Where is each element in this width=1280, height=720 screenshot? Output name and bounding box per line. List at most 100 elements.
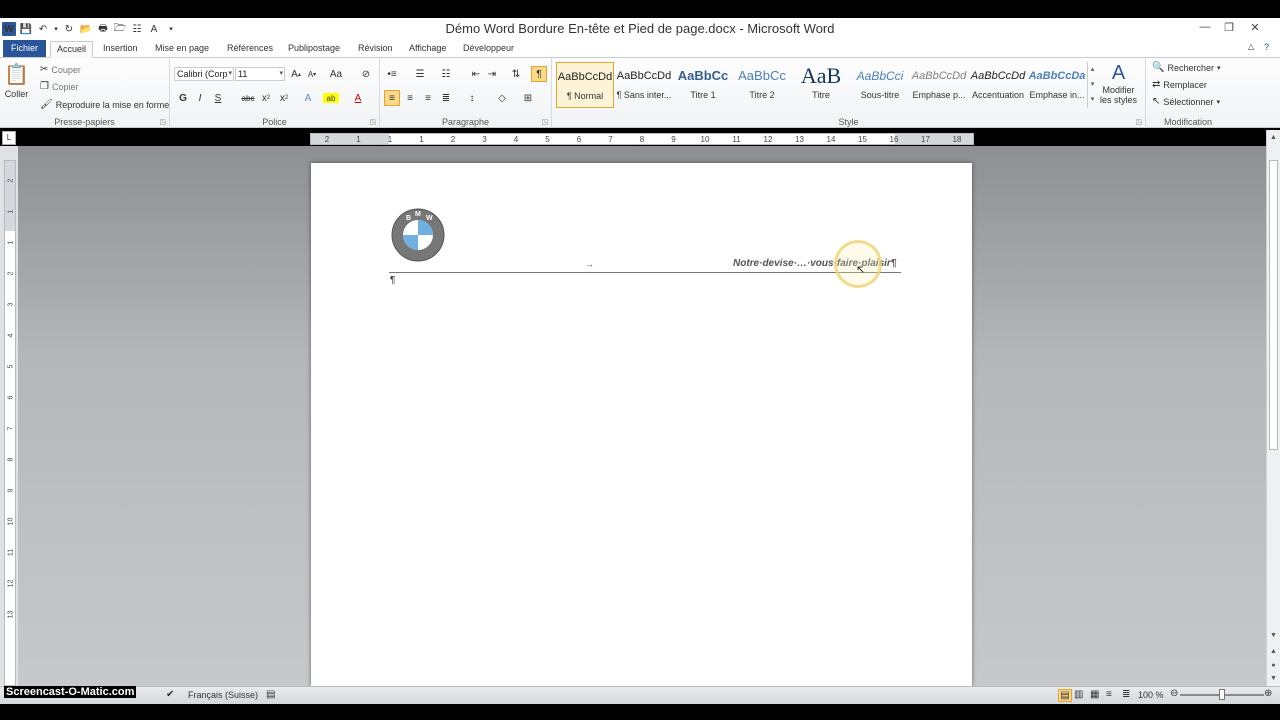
draft-icon[interactable]: ≣ <box>1122 689 1130 700</box>
strikethrough-button[interactable]: abc <box>240 90 256 106</box>
previous-page-icon[interactable]: ▲ <box>1267 646 1280 658</box>
header-border-line <box>389 272 901 273</box>
tab-insertion[interactable]: Insertion <box>97 41 144 58</box>
mouse-pointer-icon: ↖ <box>856 264 866 276</box>
web-layout-icon[interactable]: ▦ <box>1090 689 1099 700</box>
style-subtitle[interactable]: AaBbCci Sous-titre <box>851 62 909 108</box>
vertical-scrollbar[interactable]: ▲ ▼ ▲ ● ▼ <box>1266 130 1280 686</box>
style-heading-2[interactable]: AaBbCc Titre 2 <box>733 62 791 108</box>
change-case-icon[interactable]: Aa <box>328 66 344 82</box>
align-left-icon[interactable]: ≡ <box>384 90 400 106</box>
next-page-icon[interactable]: ▼ <box>1267 673 1280 685</box>
decrease-indent-icon[interactable]: ⇤ <box>468 66 484 82</box>
zoom-slider-knob[interactable] <box>1219 689 1225 700</box>
text-effects-icon[interactable]: A <box>300 90 316 106</box>
tab-fichier[interactable]: Fichier <box>3 40 47 57</box>
clear-format-icon[interactable]: ⊘ <box>358 66 374 82</box>
multilevel-list-icon[interactable]: ☷ <box>438 66 454 82</box>
zoom-out-icon[interactable]: ⊖ <box>1170 688 1178 699</box>
scroll-up-icon[interactable]: ▲ <box>1267 132 1280 144</box>
style-normal[interactable]: AaBbCcDd ¶ Normal <box>556 62 614 108</box>
clipboard-group: 📋 Coller ✂ Couper ❐ Copier 🖌 Reproduire … <box>0 58 170 128</box>
close-button[interactable]: ✕ <box>1242 18 1268 36</box>
justify-icon[interactable]: ≣ <box>438 90 454 106</box>
ribbon: 📋 Coller ✂ Couper ❐ Copier 🖌 Reproduire … <box>0 58 1280 128</box>
style-title[interactable]: AaB Titre <box>792 62 850 108</box>
ruler-tick-label: 2 <box>450 135 456 144</box>
print-layout-icon[interactable]: ▤ <box>1058 689 1072 702</box>
dialog-launcher-icon[interactable]: ◳ <box>159 118 166 126</box>
zoom-in-icon[interactable]: ⊕ <box>1264 688 1272 699</box>
browse-object-icon[interactable]: ● <box>1267 660 1280 672</box>
zoom-level[interactable]: 100 % <box>1138 690 1164 700</box>
cut-button[interactable]: ✂ Couper <box>40 64 81 75</box>
copy-button[interactable]: ❐ Copier <box>40 81 78 92</box>
vertical-ruler[interactable]: 2 1 1 2 3 4 5 6 7 8 9 10 11 12 13 <box>4 160 16 686</box>
replace-button[interactable]: ⇄ Remplacer <box>1152 79 1207 90</box>
dialog-launcher-icon[interactable]: ◳ <box>369 118 376 126</box>
dialog-launcher-icon[interactable]: ◳ <box>541 118 548 126</box>
subscript-icon[interactable]: x2 <box>258 90 274 106</box>
restore-button[interactable]: ❐ <box>1216 18 1242 36</box>
tab-accueil[interactable]: Accueil <box>50 41 94 58</box>
ruler-tick-label: 2 <box>7 271 15 276</box>
full-screen-reading-icon[interactable]: ▥ <box>1074 689 1083 700</box>
styles-scroll[interactable]: ▴ ▾ ▾ <box>1087 62 1097 108</box>
borders-icon[interactable]: ⊞ <box>520 90 536 106</box>
paste-button[interactable]: 📋 Coller <box>4 62 29 99</box>
align-center-icon[interactable]: ≡ <box>402 90 418 106</box>
numbering-icon[interactable]: ☰ <box>412 66 428 82</box>
style-intense-emphasis[interactable]: AaBbCcDa Emphase in... <box>1028 62 1086 108</box>
bold-button[interactable]: G <box>175 90 191 106</box>
minimize-ribbon-icon[interactable]: △ <box>1248 42 1254 51</box>
highlight-icon[interactable]: ab <box>323 93 339 103</box>
style-sample: AaBbCc <box>738 68 786 83</box>
style-subtle-emphasis[interactable]: AaBbCcDd Emphase p... <box>910 62 968 108</box>
select-button[interactable]: ↖ Sélectionner ▾ <box>1152 96 1220 107</box>
tab-publipostage[interactable]: Publipostage <box>282 41 346 58</box>
find-button[interactable]: 🔍 Rechercher ▾ <box>1152 62 1221 73</box>
underline-button[interactable]: S <box>210 90 226 106</box>
empty-paragraph-mark[interactable]: ¶ <box>390 275 395 286</box>
shrink-font-icon[interactable]: A ▾ <box>304 66 320 82</box>
horizontal-ruler[interactable]: 2 1 1 1 2 3 4 5 6 7 8 9 10 11 12 13 14 15 16 17 18 <box>310 133 974 145</box>
italic-button[interactable]: I <box>192 90 208 106</box>
document-page[interactable]: B M W → Notre·devise·…·vous·faire·plaisi… <box>311 163 972 686</box>
ruler-tick-label: 13 <box>795 135 804 144</box>
style-sample: AaBbCcDd <box>970 70 1026 82</box>
font-size-combo[interactable]: 11 ▾ <box>235 67 285 81</box>
superscript-icon[interactable]: x2 <box>276 90 292 106</box>
minimize-button[interactable]: — <box>1192 18 1218 36</box>
copy-icon: ❐ <box>40 81 49 92</box>
sort-icon[interactable]: ⇅ <box>508 66 524 82</box>
macro-record-icon[interactable]: ▤ <box>266 689 275 700</box>
line-spacing-icon[interactable]: ↕ <box>464 90 480 106</box>
increase-indent-icon[interactable]: ⇥ <box>484 66 500 82</box>
bullets-icon[interactable]: •≡ <box>384 66 400 82</box>
align-right-icon[interactable]: ≡ <box>420 90 436 106</box>
outline-icon[interactable]: ≡ <box>1106 689 1112 700</box>
font-name-combo[interactable]: Calibri (Corp ▾ <box>174 67 234 81</box>
style-emphasis[interactable]: AaBbCcDd Accentuation <box>969 62 1027 108</box>
format-painter-button[interactable]: 🖌 Reproduire la mise en forme <box>40 99 169 110</box>
scroll-down-icon[interactable]: ▼ <box>1267 630 1280 642</box>
styles-group-label: Style <box>838 117 859 127</box>
scrollbar-thumb[interactable] <box>1269 160 1278 450</box>
tab-references[interactable]: Références <box>221 41 279 58</box>
language-indicator[interactable]: Français (Suisse) <box>188 690 258 700</box>
font-color-icon[interactable]: A <box>350 90 366 106</box>
style-heading-1[interactable]: AaBbCc Titre 1 <box>674 62 732 108</box>
tab-revision[interactable]: Révision <box>352 41 399 58</box>
help-icon[interactable]: ? <box>1264 42 1269 52</box>
grow-font-icon[interactable]: A ▴ <box>288 66 304 82</box>
shading-icon[interactable]: ◇ <box>494 90 510 106</box>
tab-developpeur[interactable]: Développeur <box>457 41 520 58</box>
change-styles-button[interactable]: A Modifier les styles <box>1100 62 1137 105</box>
show-formatting-marks-icon[interactable]: ¶ <box>531 66 547 82</box>
tab-selector[interactable]: L <box>2 131 16 145</box>
tab-affichage[interactable]: Affichage <box>403 41 452 58</box>
tab-mise-en-page[interactable]: Mise en page <box>149 41 215 58</box>
proofing-icon[interactable]: ✔ <box>166 689 174 700</box>
style-no-spacing[interactable]: AaBbCcDd ¶ Sans inter... <box>615 62 673 108</box>
dialog-launcher-icon[interactable]: ◳ <box>1135 118 1142 126</box>
